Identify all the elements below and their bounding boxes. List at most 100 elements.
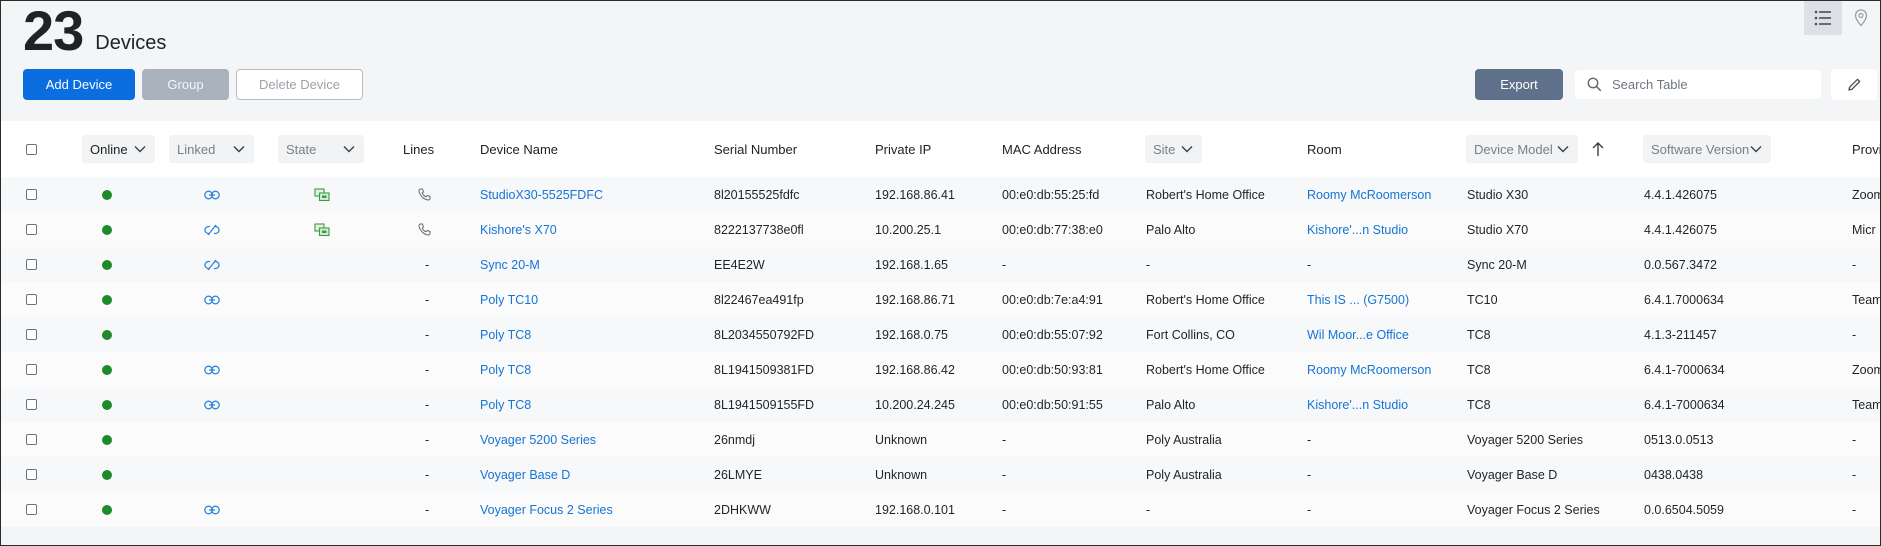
room-cell[interactable]: Kishore'...n Studio bbox=[1307, 212, 1408, 247]
search-input[interactable] bbox=[1610, 76, 1814, 93]
private-ip-cell: 192.168.0.101 bbox=[875, 502, 955, 517]
private-ip-cell: 10.200.25.1 bbox=[875, 222, 942, 237]
search-icon bbox=[1587, 77, 1602, 92]
table-row[interactable]: - Poly TC8 8L1941509381FD 192.168.86.42 00:e… bbox=[1, 352, 1880, 387]
device-model-cell: TC8 bbox=[1467, 327, 1491, 342]
row-checkbox[interactable] bbox=[26, 399, 37, 410]
private-ip-cell: 192.168.86.71 bbox=[875, 292, 955, 307]
row-checkbox[interactable] bbox=[26, 364, 37, 375]
device-name-link[interactable]: StudioX30-5525FDFC bbox=[480, 177, 603, 212]
table-row[interactable]: - Sync 20-M EE4E2W 192.168.1.65 - - - Sync 20-M… bbox=[1, 247, 1880, 282]
room-cell[interactable]: Wil Moor...e Office bbox=[1307, 317, 1409, 352]
site-cell: Robert's Home Office bbox=[1146, 187, 1265, 202]
row-checkbox[interactable] bbox=[26, 469, 37, 480]
export-button[interactable]: Export bbox=[1475, 69, 1563, 100]
mac-address-cell: 00:e0:db:7e:a4:91 bbox=[1002, 292, 1103, 307]
list-view-button[interactable] bbox=[1804, 1, 1842, 35]
software-version-cell: 0513.0.0513 bbox=[1644, 432, 1714, 447]
table-row[interactable]: - Poly TC10 8l22467ea491fp 192.168.86.71 00:… bbox=[1, 282, 1880, 317]
devices-page: 23 Devices Add Device Group Delete Devic… bbox=[0, 0, 1881, 546]
online-cell bbox=[102, 282, 112, 317]
site-header-label: Site bbox=[1153, 141, 1176, 157]
software-version-filter[interactable]: Software Version bbox=[1643, 135, 1771, 163]
row-checkbox[interactable] bbox=[26, 259, 37, 270]
mac-address-cell: 00:e0:db:50:91:55 bbox=[1002, 397, 1103, 412]
provider-header[interactable]: Provi bbox=[1852, 135, 1880, 163]
row-checkbox-cell bbox=[26, 387, 37, 422]
device-name-link[interactable]: Voyager Focus 2 Series bbox=[480, 492, 613, 527]
device-name-link[interactable]: Kishore's X70 bbox=[480, 212, 557, 247]
link-icon bbox=[204, 505, 220, 514]
group-button[interactable]: Group bbox=[142, 69, 229, 100]
select-all-cell bbox=[26, 135, 37, 163]
site-cell: Fort Collins, CO bbox=[1146, 327, 1235, 342]
device-name-link[interactable]: Poly TC8 bbox=[480, 387, 531, 422]
room-cell[interactable]: Kishore'...n Studio bbox=[1307, 387, 1408, 422]
provider-cell: - bbox=[1852, 327, 1857, 342]
software-version-cell: 4.1.3-211457 bbox=[1644, 327, 1717, 342]
device-model-cell: Sync 20-M bbox=[1467, 257, 1527, 272]
device-name-link[interactable]: Poly TC8 bbox=[480, 352, 531, 387]
link-icon bbox=[204, 190, 220, 199]
devices-table: Online Linked State Lines Device Name Se… bbox=[1, 121, 1880, 527]
room-header[interactable]: Room bbox=[1307, 135, 1342, 163]
device-name-link[interactable]: Poly TC8 bbox=[480, 317, 531, 352]
row-checkbox-cell bbox=[26, 282, 37, 317]
table-row[interactable]: - Voyager Focus 2 Series 2DHKWW 192.168.0.1… bbox=[1, 492, 1880, 527]
row-checkbox[interactable] bbox=[26, 189, 37, 200]
site-cell: Palo Alto bbox=[1146, 397, 1196, 412]
room-cell[interactable]: Roomy McRoomerson bbox=[1307, 352, 1431, 387]
row-checkbox[interactable] bbox=[26, 329, 37, 340]
delete-device-button[interactable]: Delete Device bbox=[236, 69, 363, 100]
map-view-button[interactable] bbox=[1842, 1, 1880, 35]
pencil-icon bbox=[1847, 78, 1860, 91]
arrow-up-icon bbox=[1592, 142, 1604, 156]
linked-filter[interactable]: Linked bbox=[169, 135, 254, 163]
table-row[interactable]: Kishore's X70 8222137738e0fl 10.200.25.1 00… bbox=[1, 212, 1880, 247]
lines-cell: - bbox=[425, 257, 430, 272]
table-row[interactable]: - Voyager 5200 Series 26nmdj Unknown - Poly A… bbox=[1, 422, 1880, 457]
lines-header: Lines bbox=[403, 141, 435, 157]
row-checkbox[interactable] bbox=[26, 294, 37, 305]
sort-ascending-button[interactable] bbox=[1591, 135, 1605, 163]
table-body: StudioX30-5525FDFC 8l20155525fdfc 192.168.… bbox=[1, 177, 1880, 527]
online-header-label: Online bbox=[90, 141, 128, 157]
chevron-down-icon bbox=[134, 146, 146, 153]
online-filter[interactable]: Online bbox=[82, 135, 155, 163]
row-checkbox-cell bbox=[26, 247, 37, 282]
lines-cell: - bbox=[425, 502, 430, 517]
lines-cell bbox=[418, 177, 431, 212]
add-device-button[interactable]: Add Device bbox=[23, 69, 135, 100]
row-checkbox[interactable] bbox=[26, 504, 37, 515]
edit-columns-button[interactable] bbox=[1831, 69, 1877, 100]
site-filter[interactable]: Site bbox=[1145, 135, 1202, 163]
mac-address-header[interactable]: MAC Address bbox=[1002, 135, 1081, 163]
online-cell bbox=[102, 177, 112, 212]
table-row[interactable]: - Voyager Base D 26LMYE Unknown - Poly Austra… bbox=[1, 457, 1880, 492]
table-row[interactable]: - Poly TC8 8L2034550792FD 192.168.0.75 00:e0… bbox=[1, 317, 1880, 352]
row-checkbox[interactable] bbox=[26, 434, 37, 445]
device-name-link[interactable]: Voyager Base D bbox=[480, 457, 570, 492]
private-ip-header[interactable]: Private IP bbox=[875, 135, 931, 163]
lines-cell: - bbox=[425, 432, 430, 447]
row-checkbox-cell bbox=[26, 177, 37, 212]
device-name-header[interactable]: Device Name bbox=[480, 135, 558, 163]
mac-address-cell: 00:e0:db:50:93:81 bbox=[1002, 362, 1103, 377]
row-checkbox[interactable] bbox=[26, 224, 37, 235]
room-cell[interactable]: Roomy McRoomerson bbox=[1307, 177, 1431, 212]
device-name-link[interactable]: Sync 20-M bbox=[480, 247, 540, 282]
online-status-dot bbox=[102, 224, 112, 235]
serial-number-cell: 8l20155525fdfc bbox=[714, 187, 800, 202]
screen-share-icon bbox=[314, 187, 330, 201]
device-model-filter[interactable]: Device Model bbox=[1466, 135, 1578, 163]
select-all-checkbox[interactable] bbox=[26, 143, 37, 155]
device-name-link[interactable]: Poly TC10 bbox=[480, 282, 538, 317]
site-cell: Poly Australia bbox=[1146, 467, 1222, 482]
table-row[interactable]: - Poly TC8 8L1941509155FD 10.200.24.245 00:e… bbox=[1, 387, 1880, 422]
state-filter[interactable]: State bbox=[278, 135, 364, 163]
device-name-link[interactable]: Voyager 5200 Series bbox=[480, 422, 596, 457]
table-row[interactable]: StudioX30-5525FDFC 8l20155525fdfc 192.168.… bbox=[1, 177, 1880, 212]
room-cell[interactable]: This IS ... (G7500) bbox=[1307, 282, 1409, 317]
serial-number-header[interactable]: Serial Number bbox=[714, 135, 797, 163]
online-cell bbox=[102, 457, 112, 492]
